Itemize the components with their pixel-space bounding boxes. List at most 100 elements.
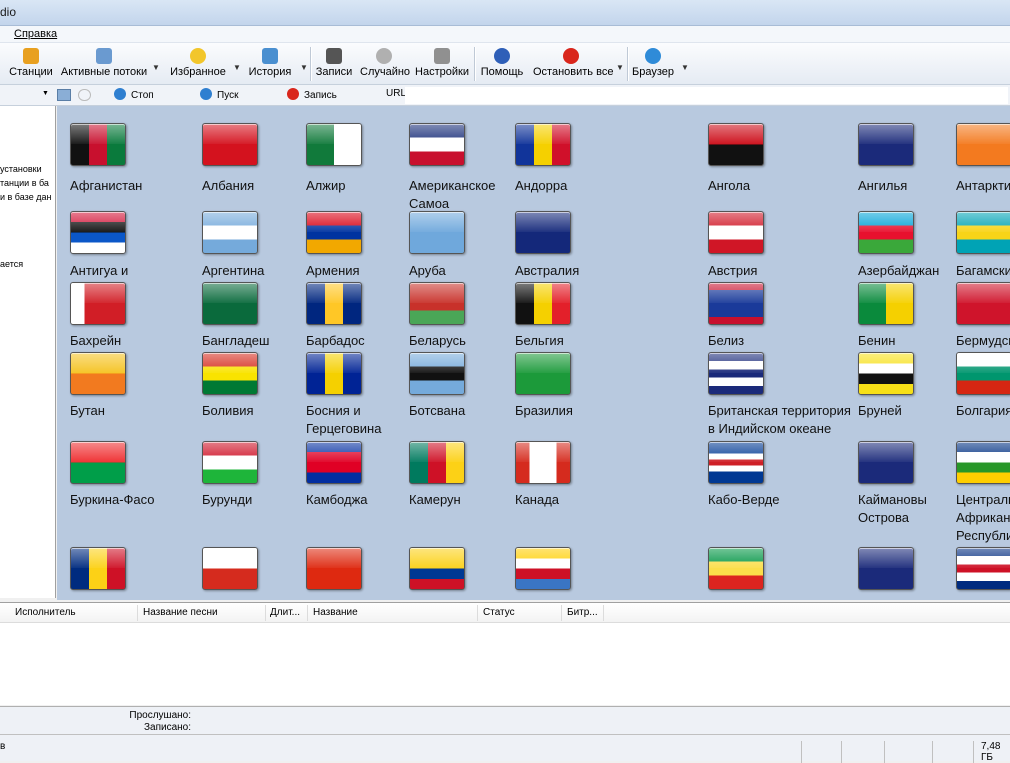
favorites-button[interactable]: Избранное [168, 45, 228, 83]
flag-icon [409, 282, 465, 325]
flag-icon [306, 282, 362, 325]
flag-country-name: Босния и Герцеговина [306, 402, 402, 438]
toolbar-separator [310, 47, 311, 81]
status-divider [884, 741, 885, 763]
browser-dropdown-icon[interactable]: ▼ [681, 63, 689, 72]
track-list-header: Исполнитель Название песни Длит... Назва… [0, 603, 1010, 623]
flag-country-name: Ангола [708, 177, 858, 195]
flag-icon [858, 282, 914, 325]
flag-icon [306, 441, 362, 484]
track-list-table[interactable]: Исполнитель Название песни Длит... Назва… [0, 602, 1010, 705]
flag-country-name: Канада [515, 491, 611, 509]
help-button[interactable]: Помощь [479, 45, 525, 83]
browser-label: Браузер [632, 66, 674, 78]
menu-help[interactable]: Справка [14, 28, 57, 40]
flag-icon [202, 123, 258, 166]
column-divider [561, 605, 562, 621]
recordings-icon [326, 48, 342, 64]
flag-icon [306, 547, 362, 590]
active-streams-button[interactable]: Активные потоки [60, 45, 148, 83]
record-button[interactable]: Запись [287, 88, 337, 103]
play-icon [200, 88, 212, 100]
title-bar: dio [0, 0, 1010, 26]
toolbar-separator [627, 47, 628, 81]
flag-country-name: Австрия [708, 262, 858, 280]
play-button[interactable]: Пуск [200, 88, 238, 103]
flag-icon [708, 211, 764, 254]
flag-country-name: Алжир [306, 177, 402, 195]
help-label: Помощь [479, 66, 525, 78]
column-divider [603, 605, 604, 621]
flag-icon [409, 352, 465, 395]
stop-button[interactable]: Стоп [114, 88, 154, 103]
menu-bar: . Справка [0, 26, 1010, 43]
random-button[interactable]: Случайно [360, 45, 408, 83]
station-tree-panel[interactable]: установки танции в ба и в базе дан ается… [0, 106, 56, 598]
column-duration[interactable]: Длит... [270, 607, 300, 618]
flag-icon [515, 282, 571, 325]
flag-country-name: Американское Самоа [409, 177, 505, 213]
recordings-button[interactable]: Записи [315, 45, 353, 83]
flag-country-name: Бруней [858, 402, 954, 420]
chevron-down-icon[interactable]: ▼ [42, 90, 49, 97]
flag-country-name: Аруба [409, 262, 505, 280]
flag-icon [306, 352, 362, 395]
flag-country-name: Албания [202, 177, 298, 195]
browser-icon [645, 48, 661, 64]
column-title[interactable]: Название [313, 607, 358, 618]
listened-label: Прослушано: [129, 710, 191, 721]
active-streams-dropdown-icon[interactable]: ▼ [152, 63, 160, 72]
active-streams-label: Активные потоки [60, 66, 148, 78]
flag-country-name: Каймановы Острова [858, 491, 954, 527]
flag-icon [70, 211, 126, 254]
stop-all-icon [563, 48, 579, 64]
flag-icon [515, 547, 571, 590]
flag-icon [202, 352, 258, 395]
help-icon [494, 48, 510, 64]
flag-country-name: Белиз [708, 332, 858, 350]
flag-icon [409, 441, 465, 484]
stop-all-dropdown-icon[interactable]: ▼ [616, 63, 624, 72]
stop-all-button[interactable]: Остановить все [533, 45, 609, 83]
country-flag-grid: АфганистанАлбанияАлжирАмериканское Самоа… [57, 106, 1010, 600]
flag-icon [70, 352, 126, 395]
history-button[interactable]: История [247, 45, 293, 83]
list-icon[interactable] [57, 89, 71, 101]
tree-text: ается [0, 258, 23, 271]
flag-country-name: Ботсвана [409, 402, 505, 420]
recordings-label: Записи [315, 66, 353, 78]
flag-country-name: Центральная Африканская Республика [956, 491, 1010, 545]
favorites-dropdown-icon[interactable]: ▼ [233, 63, 241, 72]
flag-icon [956, 547, 1010, 590]
browser-button[interactable]: Браузер [632, 45, 674, 83]
flag-icon [70, 123, 126, 166]
flag-icon [202, 547, 258, 590]
column-divider [477, 605, 478, 621]
flag-icon [70, 441, 126, 484]
history-dropdown-icon[interactable]: ▼ [300, 63, 308, 72]
flag-country-name: Аргентина [202, 262, 298, 280]
stop-all-label: Остановить все [533, 66, 609, 78]
column-artist[interactable]: Исполнитель [15, 607, 76, 618]
column-bitrate[interactable]: Битр... [567, 607, 598, 618]
flag-country-name: Боливия [202, 402, 298, 420]
flag-country-name: Бахрейн [70, 332, 166, 350]
stop-label: Стоп [131, 90, 154, 101]
flag-country-name: Антарктида [956, 177, 1010, 195]
stations-button[interactable]: Станции [8, 45, 54, 83]
status-divider [932, 741, 933, 763]
url-input[interactable] [405, 87, 1008, 104]
column-divider [137, 605, 138, 621]
record-icon [287, 88, 299, 100]
recorded-label: Записано: [144, 722, 191, 733]
column-song-title[interactable]: Название песни [143, 607, 218, 618]
stations-label: Станции [8, 66, 54, 78]
settings-button[interactable]: Настройки [415, 45, 469, 83]
flag-country-name: Андорра [515, 177, 611, 195]
column-divider [307, 605, 308, 621]
flag-country-name: Бермудские [956, 332, 1010, 350]
refresh-icon[interactable] [78, 89, 91, 101]
flag-icon [70, 547, 126, 590]
flag-country-name: Бенин [858, 332, 954, 350]
column-status[interactable]: Статус [483, 607, 515, 618]
